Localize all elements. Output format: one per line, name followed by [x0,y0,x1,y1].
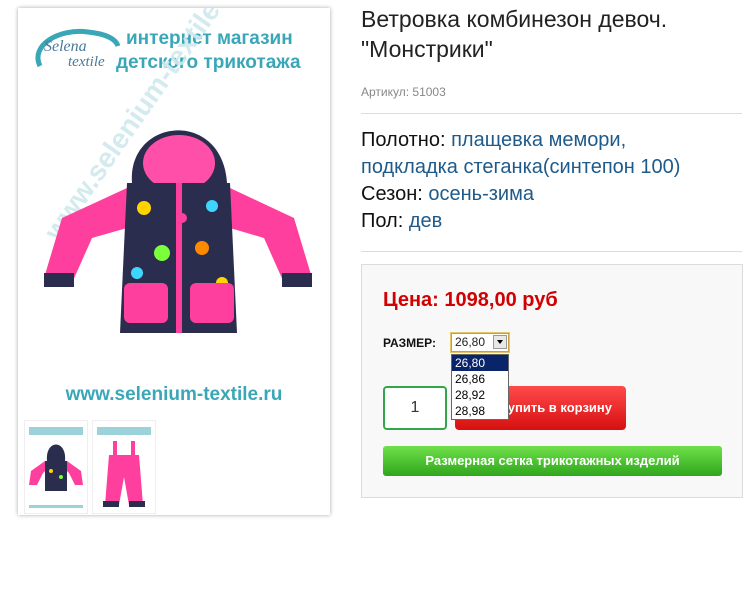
property-season: Сезон: осень-зима [361,181,680,208]
property-label: Пол: [361,210,404,232]
chevron-down-icon[interactable] [493,335,507,349]
shop-tagline-2: детского трикотажа [116,52,301,73]
divider [361,113,742,114]
size-dropdown-list: 26,80 26,86 28,92 28,98 [451,354,509,420]
property-label: Сезон: [361,183,423,205]
jacket-thumb-icon [29,427,83,508]
logo-text-textile: textile [68,54,105,70]
product-image-card: Selena textile интернет магазин детского… [18,8,330,515]
site-url: www.selenium-textile.ru [65,384,283,405]
size-label: РАЗМЕР: [383,336,436,350]
property-value: плащевка мемори, [451,129,627,151]
property-gender: Пол: дев [361,208,680,235]
property-value: осень-зима [428,183,534,205]
size-selected-value: 26,80 [455,335,486,349]
price: Цена: 1098,00 руб [383,289,558,311]
product-title: Ветровка комбинезон девоч. "Монстрики" [361,6,668,62]
size-option[interactable]: 26,80 [452,355,508,371]
purchase-box: Цена: 1098,00 руб РАЗМЕР: 26,80 26,80 26… [361,264,743,498]
size-option[interactable]: 28,92 [452,387,508,403]
property-lining: подкладка стеганка(синтепон 100) [361,154,680,181]
jacket-illustration [44,130,312,333]
quantity-input[interactable]: 1 [383,386,447,430]
thumbnail-jacket[interactable] [24,420,88,514]
thumbnail-overalls[interactable] [92,420,156,514]
divider [361,251,742,252]
overalls-thumb-icon [97,427,151,507]
property-value: подкладка стеганка(синтепон 100) [361,156,681,178]
size-option[interactable]: 28,98 [452,403,508,419]
product-properties: Полотно: плащевка мемори, подкладка стег… [361,127,680,235]
size-chart-button[interactable]: Размерная сетка трикотажных изделий [383,446,722,476]
size-option[interactable]: 26,86 [452,371,508,387]
main-product-photo[interactable]: Selena textile интернет магазин детского… [18,8,330,412]
product-sku: Артикул: 51003 [361,85,446,99]
property-value: дев [408,210,443,232]
property-label: Полотно: [361,129,446,151]
property-fabric: Полотно: плащевка мемори, [361,127,680,154]
size-select[interactable]: 26,80 [451,333,509,352]
